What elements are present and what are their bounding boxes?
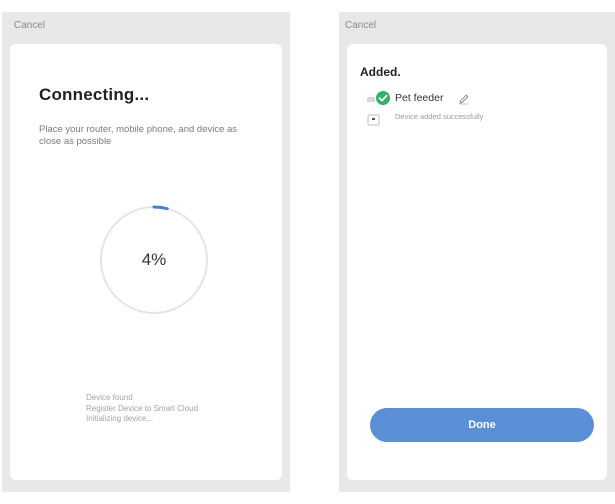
- device-name: Pet feeder: [395, 92, 444, 104]
- status-line: Initializing device...: [86, 414, 154, 423]
- check-icon: [376, 91, 390, 105]
- cancel-button[interactable]: Cancel: [14, 20, 45, 31]
- status-line: Register Device to Smart Cloud: [86, 403, 199, 413]
- cancel-button[interactable]: Cancel: [345, 20, 376, 31]
- added-card: Added. Pet feeder Device added successfu…: [347, 44, 607, 480]
- device-row: Pet feeder Device added successfully: [366, 91, 586, 131]
- done-button[interactable]: Done: [370, 408, 594, 442]
- progress-ring: 4%: [98, 204, 210, 316]
- screenshot-stage: Cancel Connecting... Place your router, …: [0, 0, 615, 504]
- added-screen: Cancel Added. Pet feeder Device added su…: [339, 12, 615, 492]
- status-line: Device found: [86, 393, 133, 402]
- connecting-card: Connecting... Place your router, mobile …: [10, 44, 282, 480]
- status-list: Device found Register Device to Smart Cl…: [86, 393, 198, 425]
- progress-percent: 4%: [141, 250, 167, 269]
- page-title: Added.: [360, 65, 401, 79]
- page-title: Connecting...: [39, 85, 150, 104]
- pencil-icon[interactable]: [458, 92, 470, 105]
- instruction-text: Place your router, mobile phone, and dev…: [39, 124, 238, 147]
- connecting-screen: Cancel Connecting... Place your router, …: [2, 12, 290, 492]
- device-status: Device added successfully: [395, 112, 484, 121]
